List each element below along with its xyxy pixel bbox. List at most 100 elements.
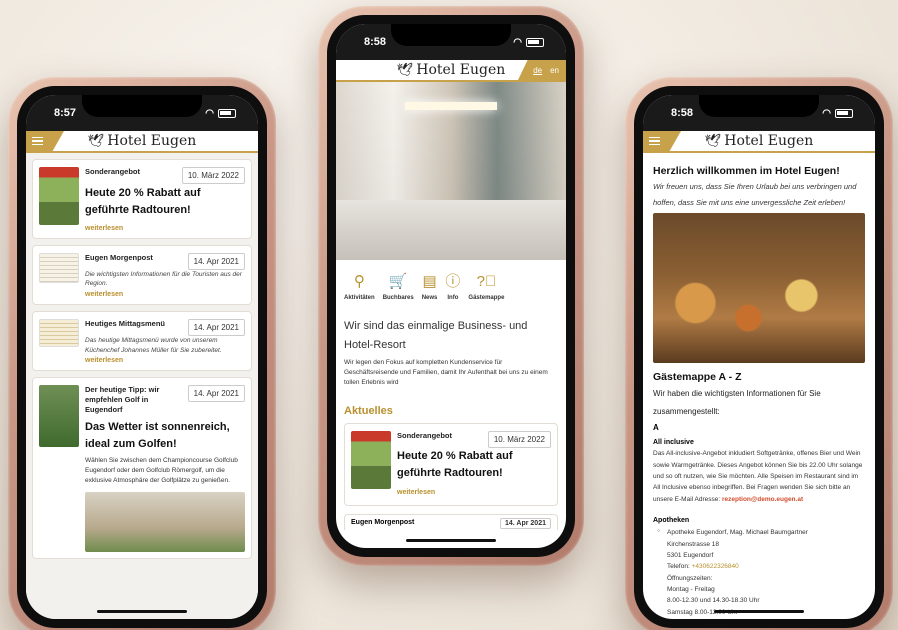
home-indicator xyxy=(714,610,804,613)
phone-link[interactable]: +430622326840 xyxy=(692,563,739,570)
read-more-link[interactable]: weiterlesen xyxy=(85,225,245,232)
phone-home: 8:58 ◠ 🕊 Hotel Eugen de en ⚲ Aktivitäten xyxy=(318,6,584,566)
read-more-link[interactable]: weiterlesen xyxy=(85,357,245,364)
hotel-logo[interactable]: 🕊 Hotel Eugen xyxy=(705,133,814,149)
cart-icon: 🛒 xyxy=(388,273,408,290)
lang-en-button[interactable]: en xyxy=(550,66,559,75)
date-badge: 10. März 2022 xyxy=(487,430,551,448)
pharmacy-phone: Telefon: +430622326840 xyxy=(653,561,865,572)
card-thumbnail xyxy=(39,385,79,448)
guest-guide-content[interactable]: Herzlich willkommen im Hotel Eugen! Wir … xyxy=(643,153,875,619)
card-thumbnail xyxy=(351,430,391,489)
phone-screen: 8:58 ◠ 🕊 Hotel Eugen de en ⚲ Aktivitäten xyxy=(336,24,566,548)
app-header: 🕊 Hotel Eugen de en xyxy=(336,60,566,82)
hotel-logo[interactable]: 🕊 Hotel Eugen xyxy=(88,133,197,149)
hotel-lobby-image xyxy=(336,82,566,260)
card-thumbnail xyxy=(39,252,79,283)
golf-image xyxy=(85,491,245,552)
bird-logo-icon: 🕊 xyxy=(396,62,414,78)
welcome-lead: Wir freuen uns, dass Sie Ihren Urlaub be… xyxy=(653,182,857,207)
status-time: 8:58 xyxy=(364,36,387,48)
help-icon: ?⃝ xyxy=(476,273,497,290)
battery-icon xyxy=(526,37,544,47)
app-header: 🕊 Hotel Eugen xyxy=(26,131,258,153)
card-text: Wählen Sie zwischen dem Championcourse G… xyxy=(85,456,238,484)
breakfast-buffet-image xyxy=(653,212,865,363)
date-badge: 14. Apr 2021 xyxy=(187,319,245,337)
news-card[interactable]: Eugen Morgenpost 14. Apr 2021 Die wichti… xyxy=(32,244,252,306)
brand-name: Hotel Eugen xyxy=(107,133,197,149)
wifi-icon: ◠ xyxy=(205,107,214,119)
bird-logo-icon: 🕊 xyxy=(87,133,105,149)
opening-hours: 8.00-12.30 und 14.30-18.30 Uhr xyxy=(667,597,760,605)
phone-guest-guide: 8:58 ◠ 🕊 Hotel Eugen Herzlich willkommen… xyxy=(625,77,893,630)
nav-info[interactable]: ⓘ Info xyxy=(445,274,460,301)
email-link[interactable]: rezeption@demo.eugen.at xyxy=(722,496,803,503)
card-description: Die wichtigsten Informationen für die To… xyxy=(85,270,242,288)
nav-gaestemappe[interactable]: ?⃝ Gästemappe xyxy=(468,274,504,301)
nav-aktivitaeten[interactable]: ⚲ Aktivitäten xyxy=(344,274,375,301)
home-indicator xyxy=(97,610,187,613)
info-icon: ⓘ xyxy=(445,273,461,290)
nav-label: Buchbares xyxy=(382,295,414,301)
date-badge: 14. Apr 2021 xyxy=(187,385,245,403)
phone-bezel: 8:58 ◠ 🕊 Hotel Eugen Herzlich willkommen… xyxy=(634,86,884,628)
status-icons: ◠ xyxy=(822,108,853,119)
news-icon: ▤ xyxy=(422,273,437,290)
date-badge: 14. Apr 2021 xyxy=(500,517,551,529)
lang-de-button[interactable]: de xyxy=(533,66,542,75)
news-card[interactable]: Sonderangebot 10. März 2022 Heute 20 % R… xyxy=(344,422,558,506)
wifi-icon: ◠ xyxy=(513,36,522,48)
nav-news[interactable]: ▤ News xyxy=(422,274,438,301)
nav-label: Info xyxy=(447,295,459,301)
notch xyxy=(82,95,202,117)
nav-label: News xyxy=(421,295,438,301)
status-bar: 8:58 ◠ xyxy=(336,24,566,60)
news-card-peek[interactable]: Eugen Morgenpost 14. Apr 2021 xyxy=(344,513,558,530)
card-thumbnail xyxy=(39,319,79,348)
date-badge: 14. Apr 2021 xyxy=(187,252,245,270)
hotel-logo[interactable]: 🕊 Hotel Eugen xyxy=(397,62,506,78)
phone-screen: 8:58 ◠ 🕊 Hotel Eugen Herzlich willkommen… xyxy=(643,95,875,619)
status-bar: 8:58 ◠ xyxy=(643,95,875,131)
brand-name: Hotel Eugen xyxy=(724,133,814,149)
notch xyxy=(699,95,819,117)
card-title: Heute 20 % Rabatt auf geführte Radtouren… xyxy=(397,450,513,480)
news-feed[interactable]: Sonderangebot 10. März 2022 Heute 20 % R… xyxy=(26,153,258,619)
nav-label: Aktivitäten xyxy=(344,295,375,301)
intro-text: Wir legen den Fokus auf kompletten Kunde… xyxy=(344,358,548,387)
nav-buchbares[interactable]: 🛒 Buchbares xyxy=(383,274,414,301)
news-card[interactable]: Sonderangebot 10. März 2022 Heute 20 % R… xyxy=(32,159,252,239)
search-icon: ⚲ xyxy=(353,273,365,290)
pharmacy-name: Apotheke Eugendorf, Mag. Michael Baumgar… xyxy=(653,527,865,538)
notch xyxy=(391,24,511,46)
phone-bezel: 8:57 ◠ 🕊 Hotel Eugen Sonderangebot 10. M… xyxy=(17,86,267,628)
read-more-link[interactable]: weiterlesen xyxy=(85,291,245,298)
alphabet-letter: A xyxy=(653,423,659,433)
hamburger-menu-button[interactable] xyxy=(26,131,64,151)
intro-title: Wir sind das einmalige Business- und Hot… xyxy=(344,320,528,352)
status-bar: 8:57 ◠ xyxy=(26,95,258,131)
read-more-link[interactable]: weiterlesen xyxy=(397,489,551,496)
guide-heading: Gästemappe A - Z xyxy=(653,370,742,383)
news-card[interactable]: Heutiges Mittagsmenü 14. Apr 2021 Das he… xyxy=(32,311,252,372)
topic-heading: Apotheken xyxy=(653,517,690,525)
home-indicator xyxy=(406,539,496,542)
section-title: Aktuelles xyxy=(344,404,393,417)
wifi-icon: ◠ xyxy=(822,107,831,119)
brand-name: Hotel Eugen xyxy=(416,62,506,78)
language-switcher: de en xyxy=(518,60,566,80)
phone-label: Telefon: xyxy=(667,563,690,571)
phone-screen: 8:57 ◠ 🕊 Hotel Eugen Sonderangebot 10. M… xyxy=(26,95,258,619)
card-title: Heute 20 % Rabatt auf geführte Radtouren… xyxy=(85,186,201,216)
hamburger-menu-button[interactable] xyxy=(643,131,681,151)
status-icons: ◠ xyxy=(205,108,236,119)
bird-logo-icon: 🕊 xyxy=(704,133,722,149)
battery-icon xyxy=(835,108,853,118)
news-card[interactable]: Der heutige Tipp: wir empfehlen Golf in … xyxy=(32,377,252,559)
pharmacy-list: Apotheke Eugendorf, Mag. Michael Baumgar… xyxy=(653,527,865,618)
topic-heading: All inclusive xyxy=(653,439,694,447)
card-title: Das Wetter ist sonnenreich, ideal zum Go… xyxy=(85,420,230,450)
card-description: Das heutige Mittagsmenü wurde von unsere… xyxy=(85,336,222,354)
battery-icon xyxy=(218,108,236,118)
